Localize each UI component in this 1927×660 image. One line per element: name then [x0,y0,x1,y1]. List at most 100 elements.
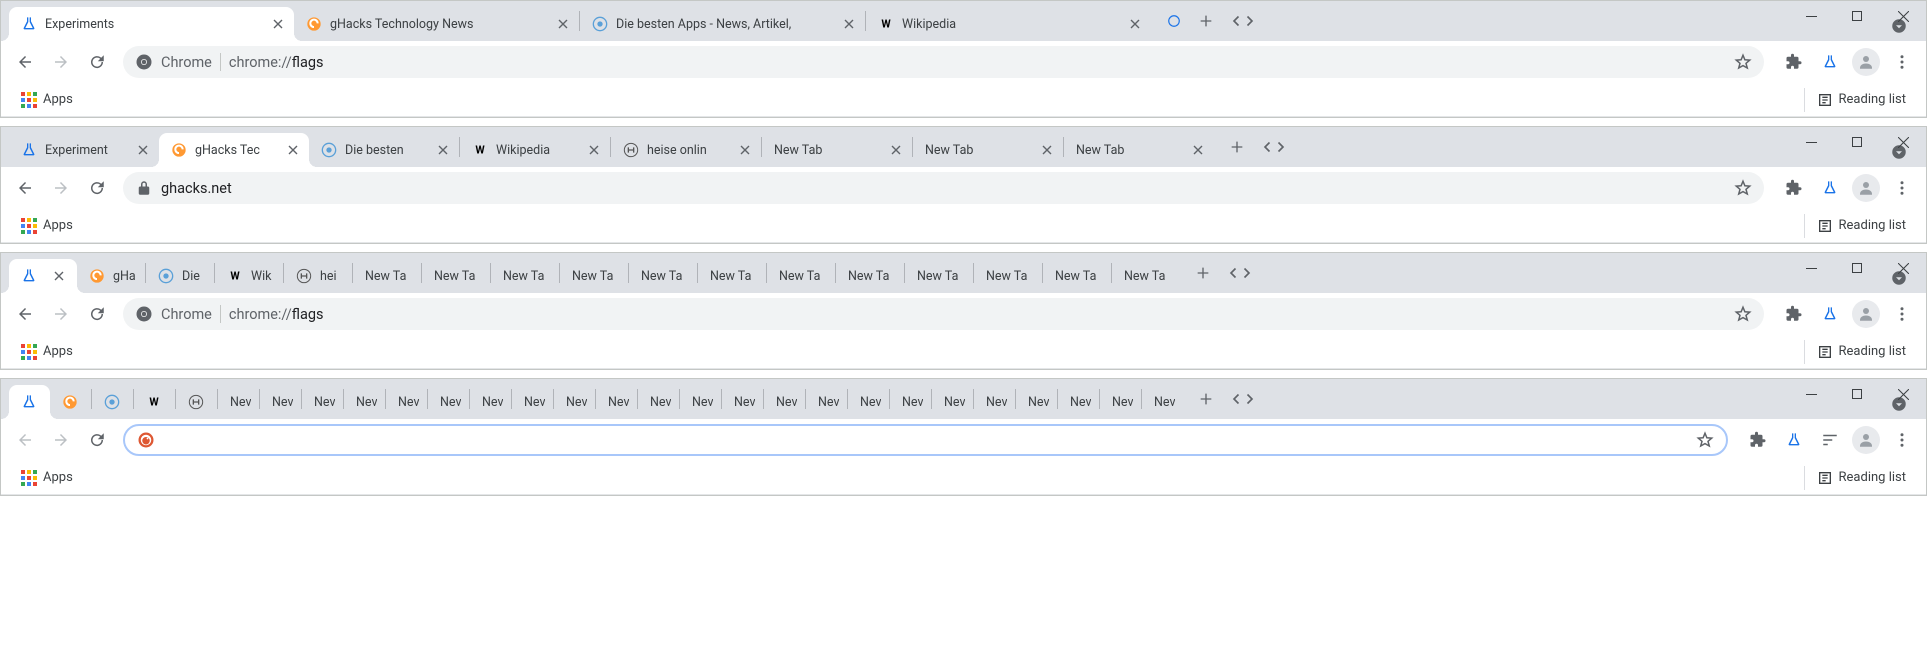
new-tab-button[interactable] [1191,6,1221,36]
close-tab-button[interactable] [841,16,857,32]
tab[interactable]: Nev [218,385,259,419]
close-tab-button[interactable] [270,16,286,32]
tab[interactable]: W [134,385,175,419]
tab[interactable]: New Ta [905,259,973,293]
bookmark-star-button[interactable] [1734,305,1752,323]
tab-scroll-buttons[interactable] [1223,6,1263,36]
tab[interactable]: New Tab [1064,133,1214,167]
tab[interactable]: Die besten Apps - News, Artikel, [580,7,865,41]
tab[interactable]: Experiments [9,7,294,41]
extensions-button[interactable] [1742,424,1774,456]
tab[interactable]: Nev [890,385,931,419]
reading-list-button[interactable]: Reading list [1804,214,1914,238]
tab[interactable]: Nev [428,385,469,419]
close-window-button[interactable] [1880,127,1926,157]
close-tab-button[interactable] [555,16,571,32]
tab[interactable] [9,259,77,293]
tab[interactable]: New Ta [974,259,1042,293]
labs-button[interactable] [1814,298,1846,330]
maximize-button[interactable] [1834,379,1880,409]
omnibox[interactable] [123,424,1728,456]
menu-button[interactable] [1886,424,1918,456]
close-tab-button[interactable] [435,142,451,158]
tab[interactable]: New Ta [629,259,697,293]
tab[interactable]: New Tab [762,133,912,167]
tab[interactable]: Nev [512,385,553,419]
tab[interactable]: gHa [77,259,145,293]
bookmark-star-button[interactable] [1734,53,1752,71]
close-tab-button[interactable] [51,268,67,284]
tab[interactable]: New Ta [353,259,421,293]
close-tab-button[interactable] [888,142,904,158]
media-controls-button[interactable] [1814,424,1846,456]
tab[interactable]: New Ta [422,259,490,293]
profile-avatar[interactable] [1850,172,1882,204]
tab[interactable]: Nev [596,385,637,419]
tab[interactable]: Nev [260,385,301,419]
menu-button[interactable] [1886,46,1918,78]
tab[interactable]: New Ta [767,259,835,293]
tab[interactable] [92,385,133,419]
extensions-button[interactable] [1778,298,1810,330]
omnibox[interactable]: Chrome chrome://flags [123,46,1764,78]
minimize-button[interactable] [1788,127,1834,157]
omnibox[interactable]: ghacks.net [123,172,1764,204]
tab-scroll-buttons[interactable] [1220,258,1260,288]
new-tab-button[interactable] [1222,132,1252,162]
tab[interactable]: WWik [215,259,283,293]
close-window-button[interactable] [1880,379,1926,409]
labs-button[interactable] [1814,46,1846,78]
tab[interactable]: Nev [848,385,889,419]
tab-scroll-buttons[interactable] [1223,384,1263,414]
apps-shortcut[interactable]: Apps [13,340,81,364]
profile-avatar[interactable] [1850,298,1882,330]
tab[interactable]: heise onlin [611,133,761,167]
tab[interactable]: hei [284,259,352,293]
tab[interactable]: Nev [386,385,427,419]
tab[interactable]: gHacks Technology News [294,7,579,41]
tab[interactable] [176,385,217,419]
tab[interactable]: Nev [974,385,1015,419]
tab[interactable]: Nev [302,385,343,419]
tab[interactable]: Nev [806,385,847,419]
profile-avatar[interactable] [1850,424,1882,456]
tab[interactable]: New Ta [836,259,904,293]
bookmark-star-button[interactable] [1696,431,1714,449]
close-window-button[interactable] [1880,1,1926,31]
close-tab-button[interactable] [285,142,301,158]
apps-shortcut[interactable]: Apps [13,214,81,238]
tab[interactable]: Nev [932,385,973,419]
reading-list-button[interactable]: Reading list [1804,88,1914,112]
maximize-button[interactable] [1834,1,1880,31]
close-tab-button[interactable] [586,142,602,158]
extensions-button[interactable] [1778,172,1810,204]
extensions-button[interactable] [1778,46,1810,78]
apps-shortcut[interactable]: Apps [13,466,81,490]
tab[interactable]: Experiment [9,133,159,167]
tab[interactable]: New Ta [698,259,766,293]
menu-button[interactable] [1886,172,1918,204]
tab[interactable]: WWikipedia [460,133,610,167]
tab[interactable] [50,385,91,419]
close-tab-button[interactable] [737,142,753,158]
maximize-button[interactable] [1834,127,1880,157]
tab[interactable]: New Tab [913,133,1063,167]
close-tab-button[interactable] [1190,142,1206,158]
tab[interactable]: Nev [680,385,721,419]
labs-button[interactable] [1778,424,1810,456]
back-button[interactable] [9,298,41,330]
tab[interactable]: Nev [470,385,511,419]
tab[interactable]: Nev [722,385,763,419]
apps-shortcut[interactable]: Apps [13,88,81,112]
reading-list-button[interactable]: Reading list [1804,340,1914,364]
reload-button[interactable] [81,298,113,330]
labs-button[interactable] [1814,172,1846,204]
back-button[interactable] [9,172,41,204]
close-window-button[interactable] [1880,253,1926,283]
tab[interactable]: Die besten [309,133,459,167]
tab[interactable]: Die [146,259,214,293]
minimize-button[interactable] [1788,253,1834,283]
tab[interactable]: Nev [638,385,679,419]
reading-list-button[interactable]: Reading list [1804,466,1914,490]
close-tab-button[interactable] [135,142,151,158]
